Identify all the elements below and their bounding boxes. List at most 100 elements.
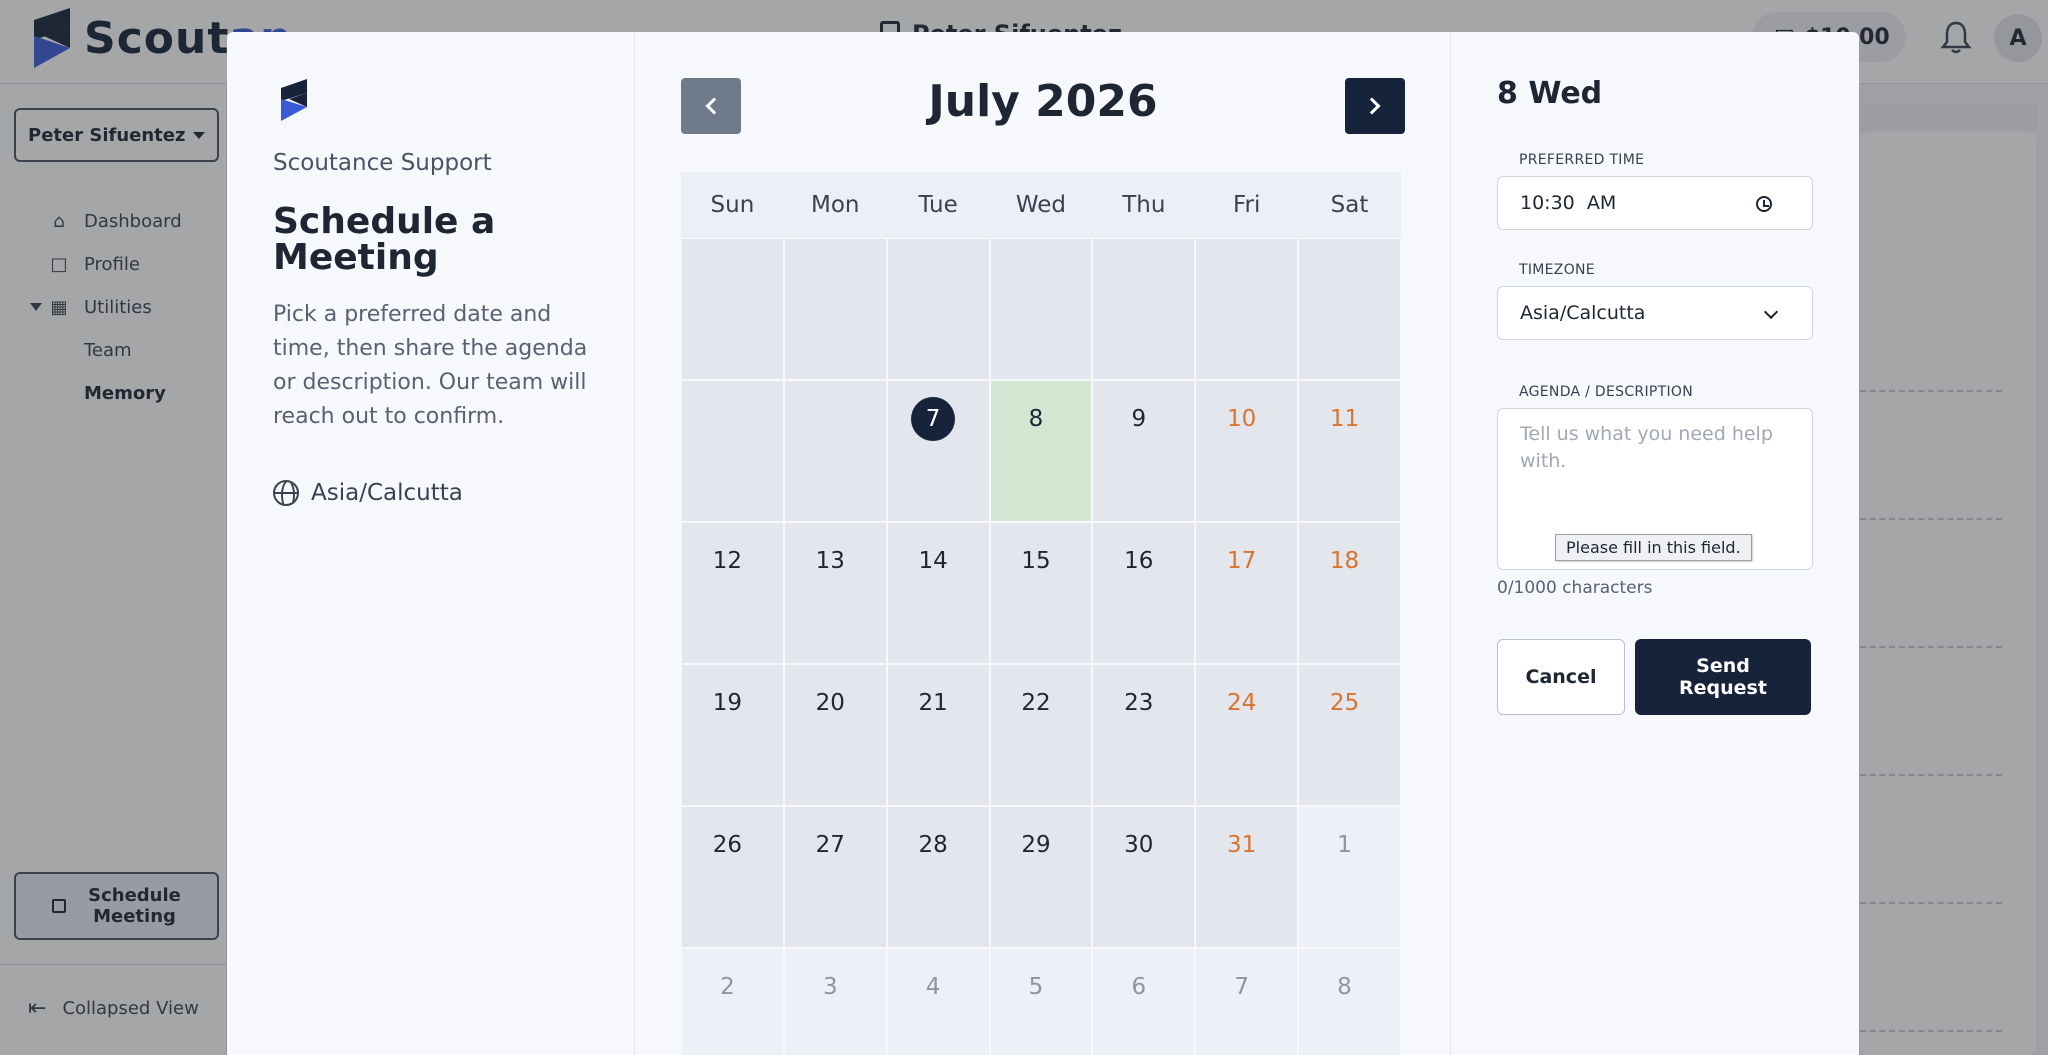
calendar-day-label: 25	[1329, 690, 1360, 716]
preferred-time-input[interactable]: 10:30 AM	[1497, 176, 1813, 230]
calendar-day-number: 3	[785, 965, 886, 1009]
weekday-header: Sun	[681, 172, 784, 238]
timezone-select[interactable]: Asia/Calcutta	[1497, 286, 1813, 340]
scoutance-logo-icon	[281, 79, 307, 121]
calendar-day-other-month[interactable]: 1	[1298, 806, 1401, 948]
calendar-day-label: 17	[1227, 548, 1257, 574]
weekday-header: Mon	[783, 172, 887, 238]
calendar-day-other-month[interactable]: 5	[989, 948, 1093, 1055]
calendar-day[interactable]: 15	[989, 522, 1093, 664]
calendar-day[interactable]: 16	[1092, 522, 1196, 664]
calendar-day-number: 26	[682, 823, 783, 867]
calendar-day-number: 14	[888, 539, 989, 583]
calendar-day-number: 24	[1196, 681, 1297, 725]
calendar-day[interactable]: 27	[783, 806, 887, 948]
calendar-day[interactable]: 20	[783, 664, 887, 806]
calendar-day-number: 11	[1299, 397, 1400, 441]
send-request-button[interactable]: Send Request	[1635, 639, 1811, 715]
calendar-day-other-month[interactable]: 4	[886, 948, 990, 1055]
calendar-day[interactable]: 31	[1195, 806, 1299, 948]
calendar-day-label: 8	[1028, 406, 1044, 432]
calendar-day-other-month[interactable]: 8	[1298, 948, 1401, 1055]
calendar-day[interactable]: 17	[1195, 522, 1299, 664]
calendar-day-number: 2	[682, 965, 783, 1009]
calendar-day-label: 18	[1329, 548, 1360, 574]
calendar-day[interactable]: 11	[1298, 380, 1401, 522]
calendar-day-number: 9	[1093, 397, 1194, 441]
calendar-day[interactable]: 30	[1092, 806, 1196, 948]
preferred-time-value: 10:30 AM	[1520, 192, 1617, 214]
clock-icon[interactable]	[1756, 196, 1772, 212]
weekday-header: Tue	[886, 172, 990, 238]
calendar-day-label: 19	[712, 690, 743, 716]
calendar-empty-cell	[1195, 238, 1299, 380]
calendar-day-number: 16	[1093, 539, 1194, 583]
cancel-button[interactable]: Cancel	[1497, 639, 1625, 715]
timezone-label: TIMEZONE	[1519, 262, 1595, 278]
calendar-day[interactable]: 8	[989, 380, 1093, 522]
timezone-display: Asia/Calcutta	[273, 480, 463, 506]
modal-title: Schedule a Meeting	[273, 201, 496, 278]
calendar-day[interactable]: 7	[886, 380, 990, 522]
timezone-display-text: Asia/Calcutta	[311, 480, 463, 506]
calendar-day-number: 18	[1299, 539, 1400, 583]
selected-date-heading: 8 Wed	[1497, 76, 1603, 111]
calendar-day-label: 10	[1227, 406, 1257, 432]
calendar-day[interactable]: 24	[1195, 664, 1299, 806]
calendar-day[interactable]: 26	[681, 806, 784, 948]
calendar-day[interactable]: 12	[681, 522, 784, 664]
calendar-header: July 2026	[635, 32, 1451, 182]
calendar-day-number: 8	[991, 397, 1092, 441]
calendar-day[interactable]: 9	[1092, 380, 1196, 522]
calendar-day-label: 16	[1124, 548, 1154, 574]
calendar-day[interactable]: 25	[1298, 664, 1401, 806]
calendar-day[interactable]: 10	[1195, 380, 1299, 522]
calendar-day-label: 27	[815, 832, 845, 858]
agenda-label: AGENDA / DESCRIPTION	[1519, 384, 1693, 400]
calendar-empty-cell	[1298, 238, 1401, 380]
calendar-day-other-month[interactable]: 3	[783, 948, 887, 1055]
calendar-grid: Sun Mon Tue Wed Thu Fri Sat 7 8 9 10 11 12 13 1…	[681, 172, 1401, 1055]
calendar-day-number: 10	[1196, 397, 1297, 441]
calendar-day-number: 17	[1196, 539, 1297, 583]
calendar-empty-cell	[783, 380, 887, 522]
calendar-day-other-month[interactable]: 7	[1195, 948, 1299, 1055]
calendar-day-number: 7	[1196, 965, 1297, 1009]
weekday-header: Fri	[1195, 172, 1299, 238]
calendar-day-label: 8	[1337, 974, 1352, 1000]
support-label: Scoutance Support	[273, 150, 492, 176]
calendar-day-label: 22	[1021, 690, 1051, 716]
calendar-day-other-month[interactable]: 2	[681, 948, 784, 1055]
calendar-empty-cell	[1092, 238, 1196, 380]
calendar-day-number: 30	[1093, 823, 1194, 867]
calendar-day-label: 31	[1227, 832, 1257, 858]
calendar-day-number: 13	[785, 539, 886, 583]
globe-icon	[273, 480, 299, 506]
calendar-day-number: 29	[991, 823, 1092, 867]
next-month-button[interactable]	[1345, 78, 1405, 134]
calendar-day-label: 26	[712, 832, 743, 858]
calendar-day[interactable]: 21	[886, 664, 990, 806]
calendar-empty-cell	[783, 238, 887, 380]
calendar-day-label: 13	[815, 548, 845, 574]
timezone-select-value: Asia/Calcutta	[1520, 302, 1646, 324]
calendar-day[interactable]: 22	[989, 664, 1093, 806]
calendar-day-number: 1	[1299, 823, 1400, 867]
character-count: 0/1000 characters	[1497, 578, 1653, 598]
chevron-down-icon	[1763, 304, 1779, 320]
calendar-day-number: 22	[991, 681, 1092, 725]
calendar-day-number: 23	[1093, 681, 1194, 725]
calendar-day-other-month[interactable]: 6	[1092, 948, 1196, 1055]
calendar-day-number: 7	[888, 397, 989, 441]
calendar-day-number: 5	[991, 965, 1092, 1009]
calendar-day[interactable]: 19	[681, 664, 784, 806]
calendar-day[interactable]: 14	[886, 522, 990, 664]
calendar-day-number: 4	[888, 965, 989, 1009]
calendar-day[interactable]: 28	[886, 806, 990, 948]
calendar-empty-cell	[681, 380, 784, 522]
calendar-empty-cell	[681, 238, 784, 380]
calendar-day[interactable]: 29	[989, 806, 1093, 948]
calendar-day[interactable]: 13	[783, 522, 887, 664]
calendar-day[interactable]: 18	[1298, 522, 1401, 664]
calendar-day[interactable]: 23	[1092, 664, 1196, 806]
